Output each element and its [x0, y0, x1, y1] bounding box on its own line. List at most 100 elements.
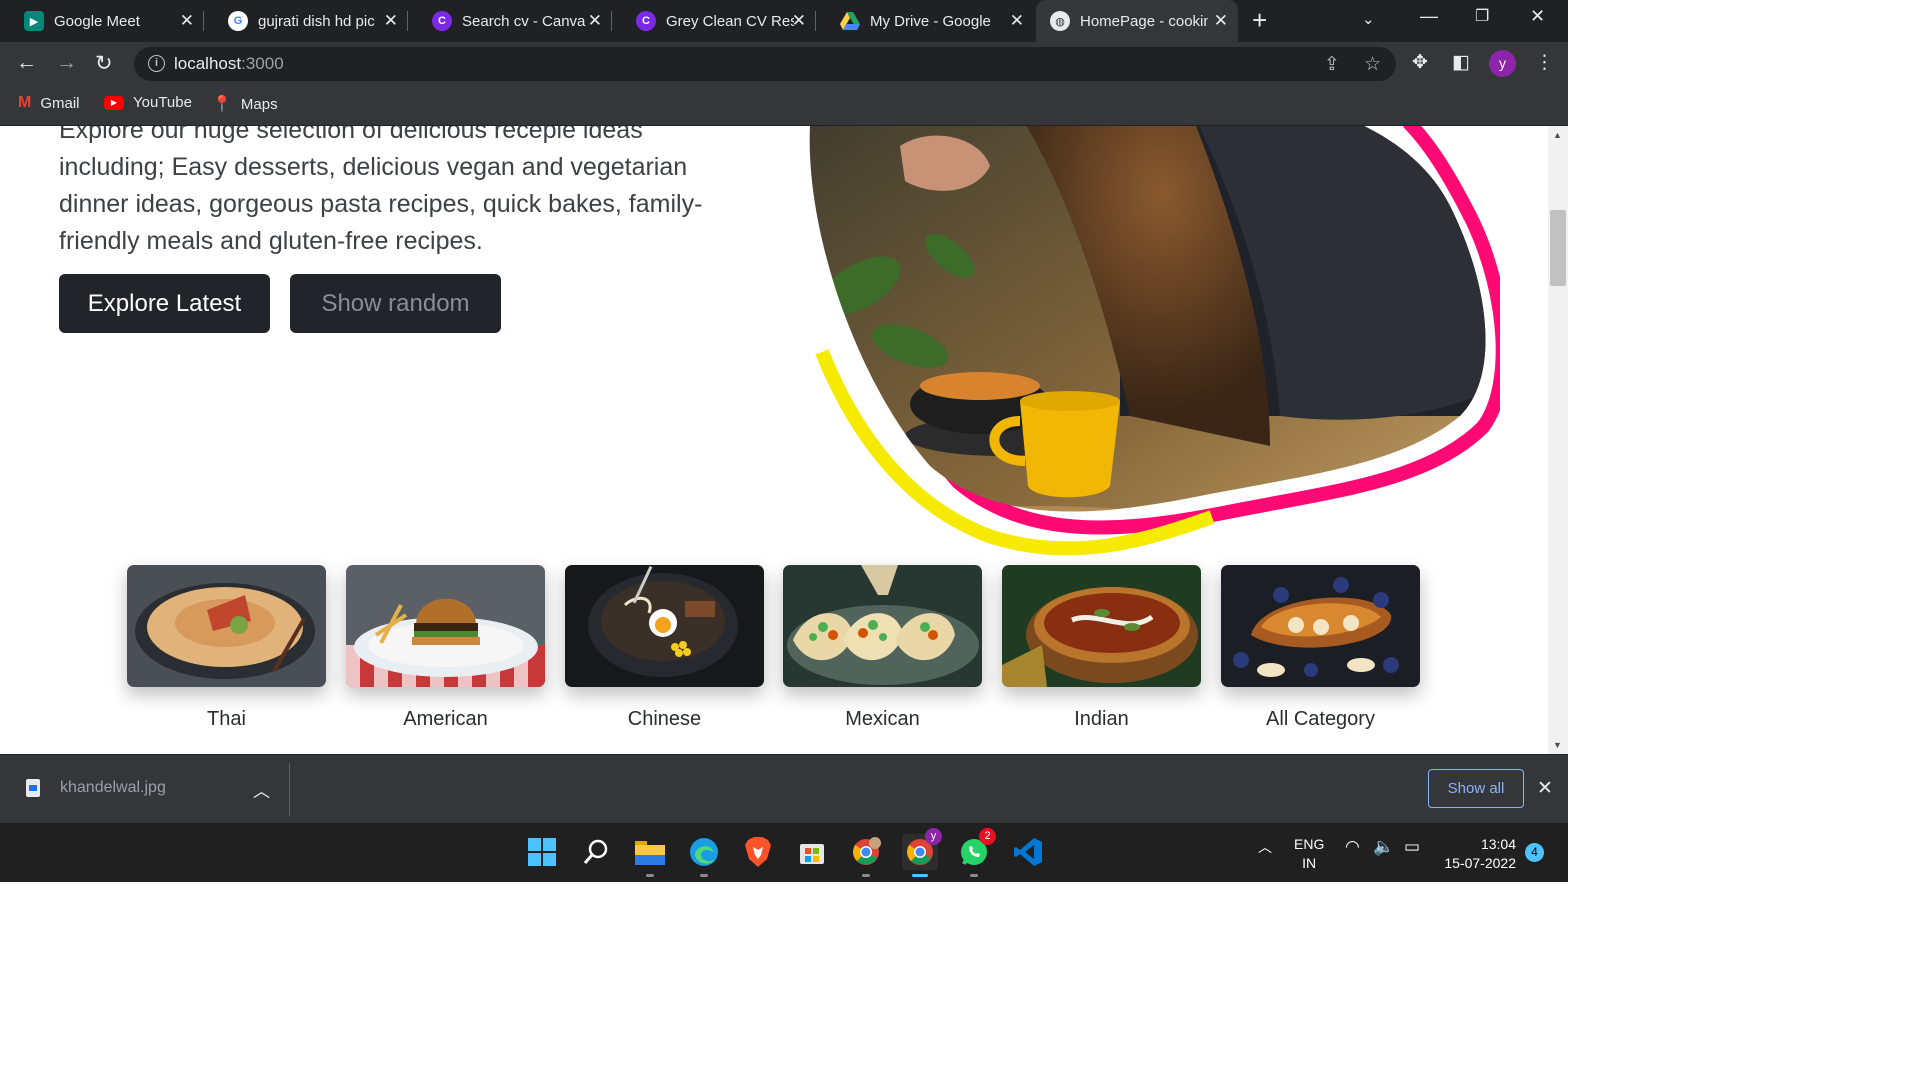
bookmark-youtube[interactable]: ▶ YouTube [104, 94, 192, 111]
tab-google-drive[interactable]: My Drive - Google ✕ [816, 0, 1034, 42]
gmail-icon: M [18, 94, 32, 111]
running-indicator [912, 874, 928, 877]
page-scrollbar[interactable]: ▲ ▼ [1548, 126, 1568, 754]
american-dish-image[interactable] [346, 565, 545, 687]
globe-icon: ◍ [1050, 11, 1070, 31]
bookmark-gmail[interactable]: M Gmail [18, 94, 80, 112]
category-label: Chinese [627, 708, 702, 730]
category-label: Mexican [845, 708, 920, 730]
bookmark-star-icon[interactable]: ☆ [1364, 53, 1381, 76]
close-tab-icon[interactable]: ✕ [384, 11, 398, 31]
taskbar-edge[interactable] [686, 834, 722, 877]
windows-taskbar: y 2 ︿ ENG IN ◠ 🔈 ▭ 13:04 15-07-2022 4 [0, 823, 1568, 882]
thai-dish-image[interactable] [127, 565, 326, 687]
category-mexican[interactable]: Mexican [783, 565, 982, 731]
bookmarks-bar: M Gmail ▶ YouTube 📍 Maps [0, 86, 1568, 126]
back-icon[interactable]: ← [16, 51, 37, 75]
taskbar-chrome-profile-2[interactable]: y [902, 828, 942, 877]
scrollbar-thumb[interactable] [1550, 210, 1566, 286]
tab-google-meet[interactable]: ▶ Google Meet ✕ [0, 0, 204, 42]
show-random-button[interactable]: Show random [290, 274, 501, 333]
bookmark-label: Maps [240, 95, 278, 113]
tab-search-icon[interactable]: ⌄ [1362, 10, 1375, 28]
all-category-image[interactable] [1221, 565, 1420, 687]
share-icon[interactable]: ⇪ [1324, 53, 1340, 76]
category-thai[interactable]: Thai [127, 565, 326, 731]
tab-homepage-cooking[interactable]: ◍ HomePage - cookin ✕ [1036, 0, 1238, 42]
new-tab-icon[interactable]: + [1252, 5, 1267, 36]
address-bar[interactable]: i localhost:3000 ⇪ ☆ [134, 47, 1396, 81]
volume-icon[interactable]: 🔈 [1373, 837, 1394, 857]
notification-badge: 2 [979, 828, 996, 845]
running-indicator [646, 874, 654, 877]
brave-icon [745, 837, 771, 867]
bookmark-maps[interactable]: 📍 Maps [212, 94, 278, 114]
google-meet-icon: ▶ [24, 11, 44, 31]
input-language[interactable]: ENG IN [1294, 835, 1324, 873]
tab-title: HomePage - cookin [1080, 12, 1208, 30]
tab-canva-cv[interactable]: C Grey Clean CV Resu ✕ [612, 0, 816, 42]
wifi-icon[interactable]: ◠ [1345, 837, 1360, 857]
category-american[interactable]: American [346, 565, 545, 731]
taskbar-store[interactable] [794, 834, 830, 870]
forward-icon[interactable]: → [56, 51, 77, 75]
side-panel-icon[interactable]: ◧ [1452, 51, 1470, 74]
bookmark-label: YouTube [133, 94, 192, 111]
taskbar-vscode[interactable] [1010, 834, 1046, 870]
download-shelf: khandelwal.jpg ︿ Show all ✕ [0, 754, 1568, 823]
tab-gujrati-dish[interactable]: G gujrati dish hd pic ✕ [204, 0, 408, 42]
indian-dish-image[interactable] [1002, 565, 1201, 687]
start-button[interactable] [524, 834, 560, 870]
extensions-icon[interactable]: ✥ [1412, 51, 1428, 74]
close-tab-icon[interactable]: ✕ [180, 11, 194, 31]
tab-title: My Drive - Google [870, 12, 991, 30]
download-item[interactable]: khandelwal.jpg [26, 779, 166, 797]
taskbar-brave[interactable] [740, 834, 776, 870]
menu-icon[interactable]: ⋮ [1535, 51, 1554, 74]
close-download-shelf-icon[interactable]: ✕ [1537, 777, 1553, 800]
hero-image [809, 126, 1500, 556]
download-file-name: khandelwal.jpg [60, 779, 166, 796]
taskbar-whatsapp[interactable]: 2 [956, 828, 996, 877]
scroll-up-icon[interactable]: ▲ [1553, 130, 1562, 140]
close-tab-icon[interactable]: ✕ [588, 11, 602, 31]
running-indicator [862, 874, 870, 877]
close-tab-icon[interactable]: ✕ [1214, 11, 1228, 31]
system-clock[interactable]: 13:04 15-07-2022 [1440, 835, 1516, 873]
hero-intro-text: Explore our huge selection of delicious … [59, 126, 703, 255]
window-close-icon[interactable]: ✕ [1530, 6, 1545, 27]
bookmark-label: Gmail [40, 94, 80, 112]
vscode-icon [1014, 838, 1042, 866]
chevron-up-icon[interactable]: ︿ [253, 777, 270, 802]
show-hidden-icons-icon[interactable]: ︿ [1258, 837, 1272, 857]
scroll-down-icon[interactable]: ▼ [1553, 740, 1562, 750]
taskbar-search[interactable] [578, 834, 614, 870]
running-indicator [700, 874, 708, 877]
taskbar-file-explorer[interactable] [632, 834, 668, 877]
show-all-downloads-button[interactable]: Show all [1428, 769, 1524, 808]
minimize-icon[interactable]: — [1420, 6, 1438, 27]
reload-icon[interactable]: ↻ [95, 51, 113, 76]
notification-count-badge[interactable]: 4 [1525, 843, 1544, 862]
category-chinese[interactable]: Chinese [565, 565, 764, 731]
restore-icon[interactable]: ❐ [1475, 6, 1489, 26]
running-indicator [970, 874, 978, 877]
explore-latest-button[interactable]: Explore Latest [59, 274, 270, 333]
category-indian[interactable]: Indian [1002, 565, 1201, 731]
site-info-icon[interactable]: i [148, 55, 165, 72]
close-tab-icon[interactable]: ✕ [792, 11, 806, 31]
tab-title: gujrati dish hd pic [258, 12, 375, 30]
tab-canva-search[interactable]: C Search cv - Canva ✕ [408, 0, 612, 42]
tab-title: Search cv - Canva [462, 12, 586, 30]
store-icon [800, 844, 824, 864]
battery-icon[interactable]: ▭ [1404, 837, 1420, 857]
google-icon: G [228, 11, 248, 31]
taskbar-chrome-profile-1[interactable] [848, 834, 884, 877]
mexican-dish-image[interactable] [783, 565, 982, 687]
image-file-icon [26, 779, 40, 797]
close-tab-icon[interactable]: ✕ [1010, 11, 1024, 31]
profile-avatar[interactable]: y [1489, 50, 1516, 77]
download-separator [289, 763, 290, 816]
category-all[interactable]: All Category [1221, 565, 1420, 731]
chinese-dish-image[interactable] [565, 565, 764, 687]
